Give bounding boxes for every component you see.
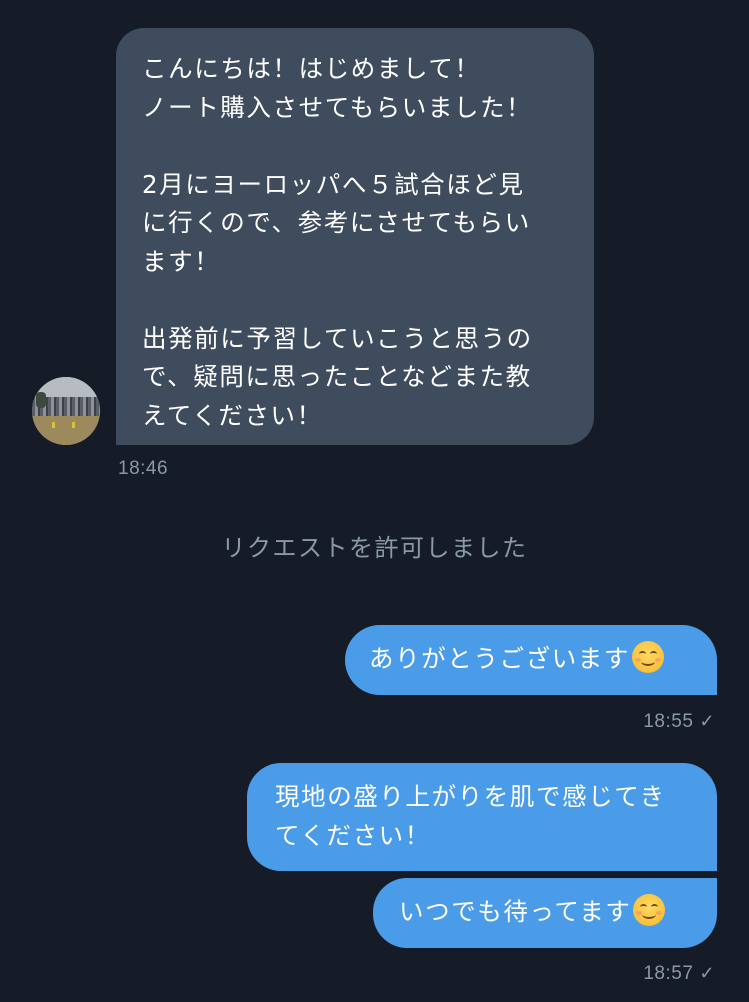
outgoing-message-bubble[interactable]: 現地の盛り上がりを肌で感じてき てください！ bbox=[247, 763, 717, 871]
sender-avatar[interactable] bbox=[32, 377, 100, 445]
smiling-face-emoji-icon bbox=[632, 641, 664, 673]
checkmark-icon: ✓ bbox=[699, 963, 715, 983]
outgoing-message-time: 18:55 ✓ bbox=[643, 710, 715, 733]
message-text: ありがとうございます bbox=[369, 644, 630, 673]
outgoing-message-time: 18:57 ✓ bbox=[643, 962, 715, 985]
incoming-message-bubble[interactable]: こんにちは！はじめまして！ ノート購入させてもらいました！ 2月にヨーロッパへ５… bbox=[116, 28, 594, 445]
avatar-pitch bbox=[32, 416, 100, 445]
time-label: 18:55 bbox=[643, 711, 694, 732]
avatar-player bbox=[72, 421, 75, 428]
checkmark-icon: ✓ bbox=[699, 711, 715, 731]
time-label: 18:57 bbox=[643, 963, 694, 984]
avatar-tree bbox=[36, 391, 46, 408]
outgoing-message-bubble[interactable]: ありがとうございます bbox=[345, 625, 717, 695]
smiling-face-emoji-icon bbox=[633, 894, 666, 926]
avatar-player bbox=[52, 421, 55, 428]
request-accepted-notice: リクエストを許可しました bbox=[221, 534, 528, 562]
message-text: いつでも待ってます bbox=[399, 897, 632, 926]
incoming-message-time: 18:46 bbox=[118, 458, 169, 479]
outgoing-message-bubble[interactable]: いつでも待ってます bbox=[373, 878, 717, 948]
